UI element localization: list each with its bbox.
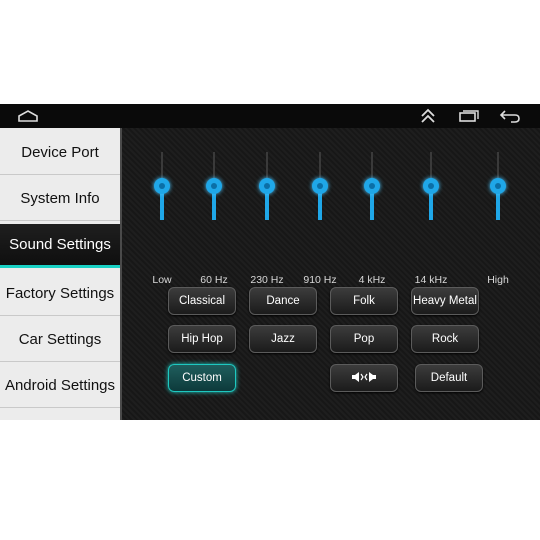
- settings-sidebar: Device Port System Info Sound Settings F…: [0, 128, 122, 420]
- recent-apps-icon[interactable]: [456, 107, 482, 125]
- sidebar-item-label: Android Settings: [4, 376, 116, 394]
- preset-hip-hop-button[interactable]: Hip Hop: [168, 325, 236, 353]
- slider-knob[interactable]: [259, 178, 275, 194]
- preset-pop-button[interactable]: Pop: [330, 325, 398, 353]
- preset-folk-button[interactable]: Folk: [330, 287, 398, 315]
- sound-settings-panel: Low 60 Hz 230 Hz 910 Hz 4 kHz 14 kHz Hig…: [122, 128, 540, 420]
- balance-fader-button[interactable]: [330, 364, 398, 392]
- eq-slider-230hz[interactable]: [252, 128, 282, 240]
- eq-slider-low[interactable]: [147, 128, 177, 240]
- preset-heavy-metal-button[interactable]: Heavy Metal: [411, 287, 479, 315]
- band-label-60hz: 60 Hz: [200, 274, 228, 286]
- default-button[interactable]: Default: [415, 364, 483, 392]
- slider-knob[interactable]: [423, 178, 439, 194]
- sidebar-item-label: Factory Settings: [5, 284, 115, 302]
- sidebar-item-device-port[interactable]: Device Port: [0, 130, 120, 175]
- sidebar-item-car-settings[interactable]: Car Settings: [0, 317, 120, 362]
- slider-knob[interactable]: [312, 178, 328, 194]
- preset-jazz-button[interactable]: Jazz: [249, 325, 317, 353]
- sidebar-item-label: System Info: [20, 189, 100, 207]
- sidebar-item-label: Sound Settings: [9, 236, 111, 253]
- band-label-910hz: 910 Hz: [303, 274, 337, 286]
- home-icon[interactable]: [16, 107, 40, 125]
- band-label-4khz: 4 kHz: [358, 274, 386, 286]
- band-label-14khz: 14 kHz: [414, 274, 448, 286]
- sidebar-item-sound-settings[interactable]: Sound Settings: [0, 224, 120, 268]
- preset-custom-button[interactable]: Custom: [168, 364, 236, 392]
- preset-rock-button[interactable]: Rock: [411, 325, 479, 353]
- sidebar-item-label: Car Settings: [18, 330, 102, 348]
- preset-classical-button[interactable]: Classical: [168, 287, 236, 315]
- sidebar-item-factory-settings[interactable]: Factory Settings: [0, 271, 120, 316]
- band-label-high: High: [487, 274, 509, 286]
- double-chevron-up-icon[interactable]: [416, 107, 440, 125]
- band-label-low: Low: [152, 274, 172, 286]
- navigation-bar: [0, 104, 540, 128]
- speaker-balance-icon: [351, 371, 377, 386]
- eq-slider-4khz[interactable]: [357, 128, 387, 240]
- eq-slider-14khz[interactable]: [416, 128, 446, 240]
- back-icon[interactable]: [497, 107, 523, 125]
- eq-slider-910hz[interactable]: [305, 128, 335, 240]
- eq-slider-high[interactable]: [483, 128, 513, 240]
- band-label-230hz: 230 Hz: [250, 274, 284, 286]
- eq-slider-60hz[interactable]: [199, 128, 229, 240]
- slider-knob[interactable]: [154, 178, 170, 194]
- sidebar-item-android-settings[interactable]: Android Settings: [0, 363, 120, 408]
- sidebar-item-label: Device Port: [21, 143, 99, 161]
- slider-knob[interactable]: [364, 178, 380, 194]
- slider-knob[interactable]: [206, 178, 222, 194]
- preset-dance-button[interactable]: Dance: [249, 287, 317, 315]
- head-unit-screen: Device Port System Info Sound Settings F…: [0, 104, 540, 420]
- sidebar-item-system-info[interactable]: System Info: [0, 176, 120, 221]
- slider-knob[interactable]: [490, 178, 506, 194]
